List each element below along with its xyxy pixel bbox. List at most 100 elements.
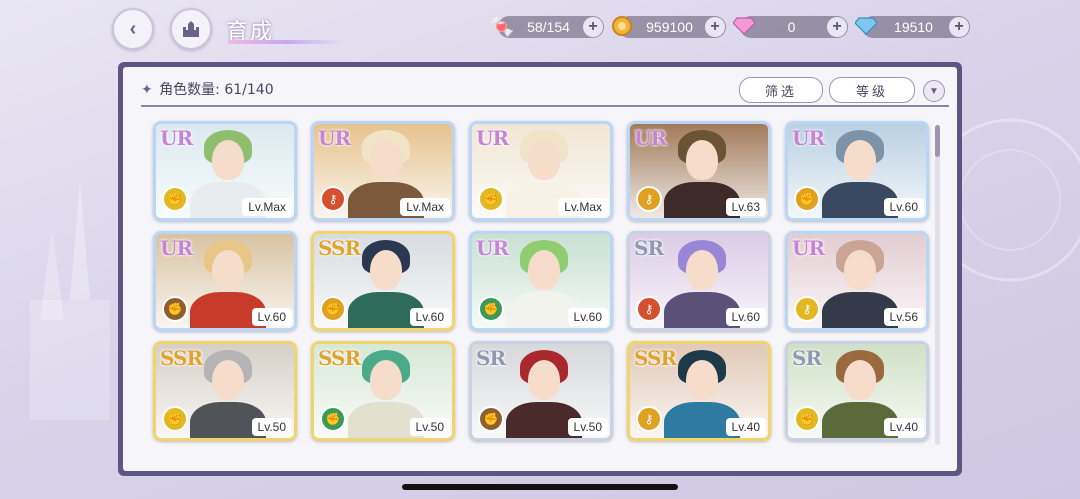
- fist-attribute-icon: ✊: [478, 296, 504, 322]
- level-label: Lv.Max: [242, 198, 292, 216]
- portrait-face: [844, 360, 876, 400]
- rarity-badge: SR: [792, 346, 822, 370]
- character-card[interactable]: UR ⚷ Lv.Max: [311, 121, 455, 221]
- chevron-left-icon: ‹: [129, 17, 137, 40]
- rarity-badge: SSR: [318, 346, 361, 370]
- level-label: Lv.50: [251, 418, 292, 436]
- portrait-face: [686, 140, 718, 180]
- portrait-face: [370, 140, 402, 180]
- candy-counter: 🍬 58/154 +: [490, 16, 604, 38]
- portrait-face: [370, 250, 402, 290]
- fist-attribute-icon: ✊: [162, 406, 188, 432]
- character-count: ✦ 角色数量: 61/140: [141, 79, 274, 99]
- key-attribute-icon: ⚷: [320, 186, 346, 212]
- sparkle-icon: ✦: [141, 82, 153, 98]
- filter-button[interactable]: 筛选: [739, 77, 823, 103]
- back-button[interactable]: ‹: [112, 8, 154, 50]
- character-card[interactable]: UR ⚷ Lv.63: [627, 121, 771, 221]
- level-label: Lv.40: [883, 418, 924, 436]
- character-card[interactable]: SSR ✊ Lv.50: [153, 341, 297, 441]
- level-label: Lv.Max: [558, 198, 608, 216]
- character-card[interactable]: SSR ✊ Lv.50: [311, 341, 455, 441]
- portrait-face: [686, 360, 718, 400]
- fist-attribute-icon: ✊: [320, 296, 346, 322]
- rarity-badge: UR: [792, 236, 825, 260]
- portrait-face: [370, 360, 402, 400]
- rarity-badge: UR: [476, 236, 509, 260]
- character-card[interactable]: SR ✊ Lv.40: [785, 341, 929, 441]
- character-card[interactable]: SSR ✊ Lv.60: [311, 231, 455, 331]
- fist-attribute-icon: ✊: [794, 406, 820, 432]
- portrait-face: [212, 360, 244, 400]
- rarity-badge: UR: [634, 126, 667, 150]
- blue-diamond-icon: [852, 12, 880, 40]
- blue-diamond-counter: 19510 +: [855, 16, 970, 38]
- rarity-badge: UR: [792, 126, 825, 150]
- portrait-face: [528, 140, 560, 180]
- key-attribute-icon: ⚷: [794, 296, 820, 322]
- character-card[interactable]: UR ✊ Lv.Max: [153, 121, 297, 221]
- pink-diamond-icon: [730, 12, 758, 40]
- fist-attribute-icon: ✊: [478, 406, 504, 432]
- character-panel: ✦ 角色数量: 61/140 筛选 等级 ▼ UR ✊ Lv.Max UR ⚷ Lv.Ma…: [118, 62, 962, 476]
- character-card[interactable]: UR ✊ Lv.Max: [469, 121, 613, 221]
- level-label: Lv.50: [409, 418, 450, 436]
- home-indicator[interactable]: [402, 484, 678, 490]
- rarity-badge: SSR: [634, 346, 677, 370]
- level-label: Lv.Max: [400, 198, 450, 216]
- key-attribute-icon: ⚷: [636, 296, 662, 322]
- scrollbar-track[interactable]: [935, 125, 940, 445]
- coin-icon: [608, 12, 636, 40]
- level-label: Lv.60: [251, 308, 292, 326]
- sort-level-button[interactable]: 等级: [829, 77, 915, 103]
- fist-attribute-icon: ✊: [320, 406, 346, 432]
- character-card[interactable]: SR ⚷ Lv.60: [627, 231, 771, 331]
- character-card[interactable]: SSR ⚷ Lv.40: [627, 341, 771, 441]
- fist-attribute-icon: ✊: [162, 296, 188, 322]
- top-bar: ‹ 育成 🍬 58/154 + 959100 + 0 + 19510 +: [0, 0, 1080, 60]
- title-decoration: [228, 40, 344, 44]
- character-count-label: 角色数量: 61/140: [159, 82, 274, 98]
- character-panel-inner: ✦ 角色数量: 61/140 筛选 等级 ▼ UR ✊ Lv.Max UR ⚷ Lv.Ma…: [123, 67, 957, 471]
- castle-icon: [183, 21, 199, 37]
- rarity-badge: SR: [476, 346, 506, 370]
- add-candy-button[interactable]: +: [583, 17, 603, 37]
- fist-attribute-icon: ✊: [794, 186, 820, 212]
- character-card[interactable]: UR ✊ Lv.60: [153, 231, 297, 331]
- rarity-badge: SR: [634, 236, 664, 260]
- key-attribute-icon: ⚷: [636, 406, 662, 432]
- add-pink-diamond-button[interactable]: +: [827, 17, 847, 37]
- portrait-face: [212, 140, 244, 180]
- level-label: Lv.40: [725, 418, 766, 436]
- rarity-badge: UR: [160, 236, 193, 260]
- level-label: Lv.56: [883, 308, 924, 326]
- character-card[interactable]: UR ✊ Lv.60: [469, 231, 613, 331]
- character-card[interactable]: UR ✊ Lv.60: [785, 121, 929, 221]
- fist-attribute-icon: ✊: [478, 186, 504, 212]
- portrait-face: [212, 250, 244, 290]
- scrollbar-thumb[interactable]: [935, 125, 940, 157]
- character-card[interactable]: UR ⚷ Lv.56: [785, 231, 929, 331]
- level-label: Lv.60: [725, 308, 766, 326]
- portrait-face: [844, 140, 876, 180]
- add-blue-diamond-button[interactable]: +: [949, 17, 969, 37]
- rarity-badge: SSR: [318, 236, 361, 260]
- level-label: Lv.50: [567, 418, 608, 436]
- character-card[interactable]: SR ✊ Lv.50: [469, 341, 613, 441]
- chevron-down-icon: ▼: [929, 85, 939, 97]
- sort-order-button[interactable]: ▼: [923, 80, 945, 102]
- home-button[interactable]: [170, 8, 212, 50]
- portrait-face: [528, 360, 560, 400]
- header-divider: [141, 105, 949, 107]
- level-label: Lv.60: [409, 308, 450, 326]
- portrait-face: [686, 250, 718, 290]
- rarity-badge: UR: [318, 126, 351, 150]
- pink-diamond-counter: 0 +: [733, 16, 848, 38]
- coin-counter: 959100 +: [612, 16, 726, 38]
- rarity-badge: SSR: [160, 346, 203, 370]
- level-label: Lv.60: [567, 308, 608, 326]
- key-attribute-icon: ⚷: [636, 186, 662, 212]
- candy-icon: 🍬: [489, 15, 515, 38]
- portrait-face: [528, 250, 560, 290]
- add-coin-button[interactable]: +: [705, 17, 725, 37]
